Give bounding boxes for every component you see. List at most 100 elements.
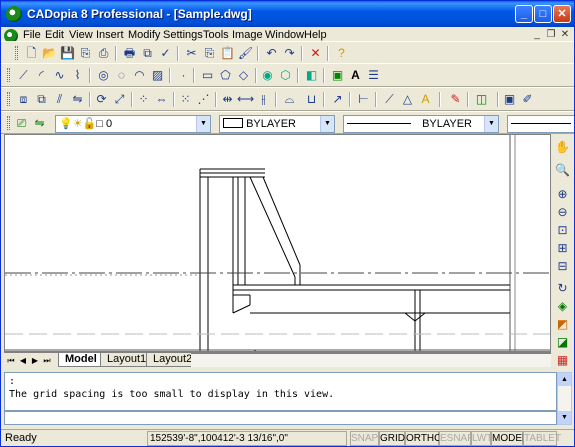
toolbar-grip[interactable]	[15, 46, 18, 60]
print-preview-icon[interactable]: ⎘	[77, 45, 94, 62]
scale-icon[interactable]: ⤢	[111, 91, 128, 108]
grid-toggle[interactable]: GRID	[379, 431, 405, 446]
explode-icon[interactable]: ↗	[329, 91, 346, 108]
arc-icon[interactable]: ◜	[33, 67, 50, 84]
line-icon[interactable]: ⟋	[15, 67, 32, 84]
zoom-realtime-icon[interactable]: 🔍	[554, 162, 571, 179]
array-polar-icon[interactable]: ⋰	[195, 91, 212, 108]
trim-icon[interactable]: ⫲	[255, 91, 272, 108]
leader-icon[interactable]: ⟋	[381, 91, 398, 108]
menu-insert[interactable]: Insert	[96, 29, 124, 41]
menu-help[interactable]: Help	[304, 29, 327, 41]
lwt-toggle[interactable]: LWT	[471, 431, 492, 446]
scroll-down-icon[interactable]: ▼	[558, 411, 571, 424]
snap-toggle[interactable]: SNAP	[350, 431, 379, 446]
last-tab-icon[interactable]: ⏭	[42, 355, 52, 366]
chevron-down-icon[interactable]: ▼	[320, 116, 334, 132]
undo-icon[interactable]: ↶	[263, 45, 280, 62]
maximize-button[interactable]: □	[534, 5, 552, 23]
menu-settings[interactable]: Settings	[163, 29, 203, 41]
dimension-icon[interactable]: ⊢	[355, 91, 372, 108]
erase-icon[interactable]: ✎	[447, 91, 464, 108]
text-icon[interactable]: A	[347, 67, 364, 84]
command-input[interactable]	[4, 411, 557, 425]
grid-points-icon[interactable]: ⁙	[177, 91, 194, 108]
save-icon[interactable]: 💾	[59, 45, 76, 62]
copy-clip-icon[interactable]: ⎘	[201, 45, 218, 62]
zoom-previous-icon[interactable]: ⊟	[554, 258, 571, 275]
next-tab-icon[interactable]: ▶	[30, 355, 40, 366]
array-icon[interactable]: ⁘	[135, 91, 152, 108]
zoom-extents-icon[interactable]: ⊞	[554, 240, 571, 257]
model-toggle[interactable]: MODEL	[491, 431, 528, 446]
title-bar[interactable]: CADopia 8 Professional - [Sample.dwg] _ …	[1, 1, 574, 27]
drawing-canvas[interactable]	[4, 134, 551, 352]
insert-image-icon[interactable]: ▣	[329, 67, 346, 84]
mdi-minimize-icon[interactable]: _	[531, 29, 543, 41]
open-icon[interactable]: 📂	[41, 45, 58, 62]
offset-icon[interactable]: ⫽	[51, 91, 68, 108]
zoom-window-icon[interactable]: ⊡	[554, 222, 571, 239]
menu-window[interactable]: Window	[265, 29, 304, 41]
view-icon[interactable]: ◈	[554, 298, 571, 315]
esnap-toggle[interactable]: ESNAP	[439, 431, 474, 446]
command-scrollbar[interactable]: ▲ ▼	[557, 372, 572, 425]
block-icon[interactable]: ◧	[303, 67, 320, 84]
redraw-icon[interactable]: ↻	[554, 280, 571, 297]
delete-icon[interactable]: ✕	[307, 45, 324, 62]
help-icon[interactable]: ?	[333, 45, 350, 62]
toolbar-grip[interactable]	[7, 116, 10, 130]
chamfer-icon[interactable]: ⌓	[281, 91, 298, 108]
color-select[interactable]: BYLAYER ▼	[219, 115, 335, 133]
pan-icon[interactable]: ✋	[554, 139, 571, 156]
arc-3pt-icon[interactable]: ◠	[131, 67, 148, 84]
donut-icon[interactable]: ◉	[259, 67, 276, 84]
menu-file[interactable]: File	[23, 29, 41, 41]
edit-icon[interactable]: ✐	[519, 91, 536, 108]
layer-select[interactable]: 💡☀🔓□ 0 ▼	[55, 115, 211, 133]
match-properties-icon[interactable]: 🖌	[237, 45, 254, 62]
copy-object-icon[interactable]: ⧉	[33, 91, 50, 108]
mirror-icon[interactable]: ⇋	[69, 91, 86, 108]
cut-icon[interactable]: ✂	[183, 45, 200, 62]
region-icon[interactable]: ◇	[235, 67, 252, 84]
text-style-icon[interactable]: A	[417, 91, 434, 108]
zoom-in-icon[interactable]: ⊕	[554, 186, 571, 203]
lineweight-select[interactable]	[507, 115, 574, 133]
move-icon[interactable]: ⧈	[15, 91, 32, 108]
menu-image[interactable]: Image	[232, 29, 263, 41]
stretch-icon[interactable]: ⇔	[153, 91, 170, 108]
menu-view[interactable]: View	[69, 29, 93, 41]
polygon-icon[interactable]: ⬠	[217, 67, 234, 84]
linetype-select[interactable]: BYLAYER ▼	[343, 115, 499, 133]
app-logo-icon[interactable]	[6, 6, 22, 22]
mtext-icon[interactable]: ☰	[365, 67, 382, 84]
chevron-down-icon[interactable]: ▼	[484, 116, 498, 132]
menu-tools[interactable]: Tools	[203, 29, 229, 41]
spline-icon[interactable]: ∿	[51, 67, 68, 84]
menu-edit[interactable]: Edit	[45, 29, 64, 41]
polyline-icon[interactable]: ⌇	[69, 67, 86, 84]
horizontal-scrollbar[interactable]	[191, 353, 551, 367]
close-button[interactable]: ✕	[553, 5, 571, 23]
menu-modify[interactable]: Modify	[128, 29, 160, 41]
zoom-out-icon[interactable]: ⊖	[554, 204, 571, 221]
shade-icon[interactable]: ◩	[554, 316, 571, 333]
rectangle-icon[interactable]: ▭	[199, 67, 216, 84]
circle-icon[interactable]: ◎	[95, 67, 112, 84]
break-icon[interactable]: ⇹	[219, 91, 236, 108]
layer-previous-icon[interactable]: ⇋	[31, 115, 48, 132]
render-icon[interactable]: ◪	[554, 334, 571, 351]
extend-icon[interactable]: ⟷	[237, 91, 254, 108]
mdi-close-icon[interactable]: ✕	[559, 29, 571, 41]
paste-icon[interactable]: 📋	[219, 45, 236, 62]
copy-icon[interactable]: ⧉	[139, 45, 156, 62]
tab-model[interactable]: Model	[58, 353, 104, 367]
properties-icon[interactable]: ◫	[473, 91, 490, 108]
hatch-icon[interactable]: ▨	[149, 67, 166, 84]
minimize-button[interactable]: _	[515, 5, 533, 23]
chevron-down-icon[interactable]: ▼	[196, 116, 210, 132]
plot-icon[interactable]: ⎙	[95, 45, 112, 62]
boundary-icon[interactable]: ⬡	[277, 67, 294, 84]
first-tab-icon[interactable]: ⏮	[6, 355, 16, 366]
